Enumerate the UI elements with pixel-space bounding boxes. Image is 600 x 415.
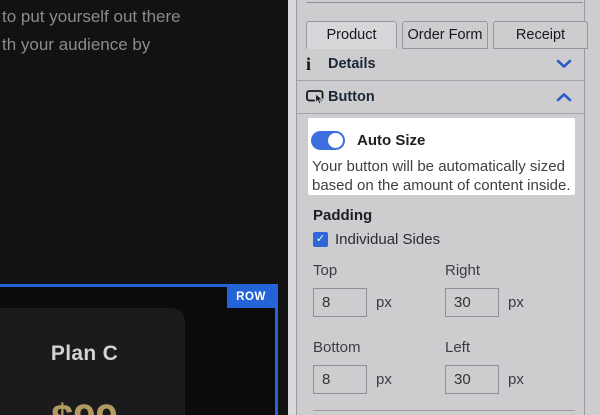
individual-sides-option[interactable]: ✓ Individual Sides — [313, 231, 440, 248]
unit-label: px — [376, 371, 392, 388]
canvas-text-line: th your audience by — [2, 35, 150, 55]
section-button-label: Button — [328, 89, 375, 105]
padding-field-bottom: Bottom px — [313, 339, 445, 394]
padding-field-top: Top px — [313, 262, 445, 317]
tab-product[interactable]: Product — [306, 21, 397, 49]
row-selection-badge: ROW — [227, 287, 275, 308]
button-icon — [306, 89, 328, 105]
padding-top-input[interactable] — [313, 288, 367, 317]
panel-right-border — [584, 0, 585, 415]
canvas-text-line: to put yourself out there — [2, 7, 181, 27]
padding-bottom-input[interactable] — [313, 365, 367, 394]
tab-order-form[interactable]: Order Form — [402, 21, 488, 49]
selected-row[interactable]: ROW Plan C $99 — [0, 284, 278, 415]
chevron-up-icon[interactable] — [556, 92, 572, 102]
padding-heading: Padding — [313, 207, 372, 224]
section-button[interactable]: Button — [297, 81, 584, 114]
padding-right-input[interactable] — [445, 288, 499, 317]
tab-receipt[interactable]: Receipt — [493, 21, 588, 49]
auto-size-label: Auto Size — [357, 132, 425, 149]
plan-card-price: $99 — [0, 397, 185, 415]
toggle-knob — [328, 133, 343, 148]
individual-sides-label: Individual Sides — [335, 231, 440, 248]
section-details-label: Details — [328, 56, 376, 72]
unit-label: px — [376, 294, 392, 311]
editor-canvas[interactable]: to put yourself out there th your audien… — [0, 0, 288, 415]
auto-size-description: Your button will be automatically sized … — [308, 150, 575, 195]
auto-size-spotlight: Auto Size Your button will be automatica… — [308, 118, 575, 195]
padding-fields: Top px Right px Bottom px Left px — [313, 262, 579, 394]
plan-card-title: Plan C — [0, 342, 185, 366]
auto-size-toggle[interactable] — [311, 131, 345, 150]
padding-field-right: Right px — [445, 262, 579, 317]
section-divider — [313, 410, 575, 411]
plan-card[interactable]: Plan C $99 — [0, 308, 185, 415]
settings-tab-bar: Product Order Form Receipt — [306, 21, 588, 49]
padding-right-label: Right — [445, 262, 579, 279]
unit-label: px — [508, 294, 524, 311]
chevron-down-icon[interactable] — [556, 59, 572, 69]
canvas-gutter — [288, 0, 296, 415]
padding-field-left: Left px — [445, 339, 579, 394]
panel-top-divider — [306, 2, 583, 3]
padding-left-input[interactable] — [445, 365, 499, 394]
padding-left-label: Left — [445, 339, 579, 356]
unit-label: px — [508, 371, 524, 388]
checkbox-checked-icon[interactable]: ✓ — [313, 232, 328, 247]
info-icon: i — [306, 55, 328, 73]
padding-top-label: Top — [313, 262, 445, 279]
padding-bottom-label: Bottom — [313, 339, 445, 356]
section-details[interactable]: i Details — [297, 48, 584, 81]
